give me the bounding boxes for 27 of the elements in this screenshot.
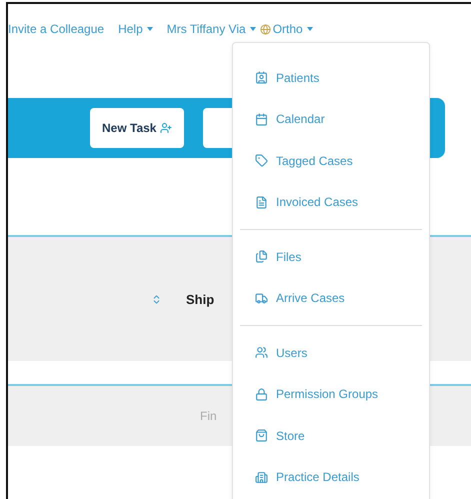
column-header[interactable]: Ship (186, 292, 214, 306)
add-user-icon (160, 122, 172, 134)
building-icon (255, 470, 268, 484)
menu-item[interactable]: Tagged Cases (233, 140, 429, 182)
menu-item[interactable]: Practice Details (233, 456, 429, 498)
menu-item[interactable]: Arrive Cases (233, 278, 429, 319)
nav-link[interactable]: Mrs Tiffany Via (166, 22, 246, 36)
menu-item[interactable]: Calendar (233, 98, 429, 140)
nav-link[interactable]: Help (118, 22, 143, 36)
sort-icon[interactable] (151, 294, 162, 304)
new-task-button[interactable]: New Task (90, 108, 184, 148)
menu-item[interactable]: Files (233, 236, 429, 278)
practice-menu[interactable]: Ortho (272, 22, 303, 36)
files-icon (255, 250, 268, 264)
bag-icon (255, 429, 268, 442)
contact-card-icon (255, 71, 268, 84)
tag-icon (255, 154, 268, 168)
globe-icon (260, 24, 271, 34)
document-icon (255, 196, 268, 209)
truck-icon (255, 292, 268, 305)
nav-link[interactable]: Invite a Colleague (8, 22, 104, 36)
users-icon (255, 346, 268, 360)
menu-item[interactable]: Users (233, 332, 429, 374)
calendar-icon (255, 112, 268, 126)
menu-item[interactable]: Invoiced Cases (233, 182, 429, 223)
menu-item[interactable]: Patients (233, 57, 429, 98)
lock-icon (255, 388, 268, 401)
